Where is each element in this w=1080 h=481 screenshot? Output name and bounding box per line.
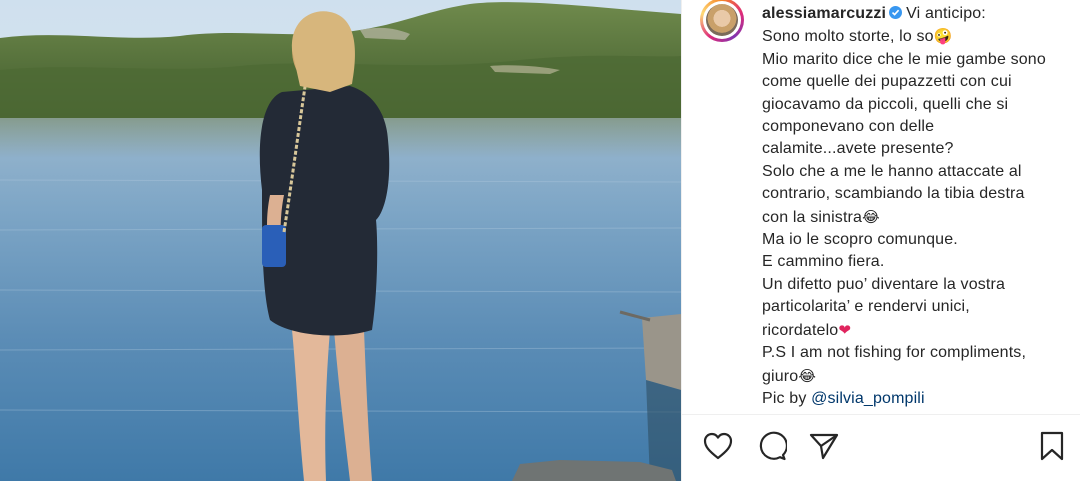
post-side-panel: alessiamarcuzzi Vi anticipo: Sono molto s… [681,0,1080,481]
laughing-emoji: 😂 [862,207,880,226]
post-photo-illustration [0,0,681,481]
caption-line-16: P.S I am not fishing for compliments, [762,344,1027,362]
caption-line-7: calamite...avete presente? [762,140,954,158]
comment-icon [759,431,787,461]
caption-line-15: ricordatelo❤ [762,319,1072,342]
action-bar [682,430,1080,470]
like-button[interactable] [702,430,734,462]
caption-line-3: Mio marito dice che le mie gambe sono [762,50,1046,68]
caption-text-17: giuro [762,367,799,385]
actions-divider [682,414,1080,415]
zany-face-emoji: 🤪 [933,27,953,46]
avatar-image [706,4,738,36]
bookmark-icon [1040,431,1064,461]
heart-icon [703,432,733,460]
post-caption: alessiamarcuzzi Vi anticipo: Sono molto s… [762,3,1072,410]
caption-line-13: Un difetto puo’ diventare la vostra [762,275,1006,293]
caption-line-12: E cammino fiera. [762,253,885,271]
paper-plane-icon [809,433,839,460]
caption-text-1: Vi anticipo: [906,5,986,22]
caption-line-18: Pic by @silvia_pompili [762,388,1072,410]
comment-button[interactable] [756,430,788,462]
username-link[interactable]: alessiamarcuzzi [762,5,886,22]
caption-line-5: giocavamo da piccoli, quelli che si [762,95,1009,113]
verified-badge-icon [889,6,903,19]
caption-line-6: componevano con delle [762,118,935,136]
caption-line-1: alessiamarcuzzi Vi anticipo: [762,3,1072,25]
caption-line-9: contrario, scambiando la tibia destra [762,185,1025,203]
caption-line-17: giuro😂 [762,365,1072,388]
share-button[interactable] [808,430,840,462]
mention-link[interactable]: @silvia_pompili [811,390,925,407]
caption-text-18: Pic by [762,389,812,407]
caption-text-15: ricordatelo [762,321,839,339]
caption-line-14: particolarita’ e rendervi unici, [762,298,970,316]
caption-line-2: Sono molto storte, lo so🤪 [762,25,1072,48]
save-button[interactable] [1036,430,1068,462]
laughing-emoji-2: 😂 [798,366,817,385]
caption-line-8: Solo che a me le hanno attaccate al [762,162,1022,180]
caption-line-11: Ma io le scopro comunque. [762,231,958,249]
avatar-ring [703,1,741,39]
avatar[interactable] [700,0,744,42]
caption-line-4: come quelle dei pupazzetti con cui [762,73,1012,91]
caption-text-10: con la sinistra [762,208,863,226]
caption-line-10: con la sinistra😂 [762,206,1072,229]
red-heart-emoji: ❤ [838,320,852,339]
caption-text-2: Sono molto storte, lo so [762,28,934,46]
post-photo[interactable] [0,0,681,481]
